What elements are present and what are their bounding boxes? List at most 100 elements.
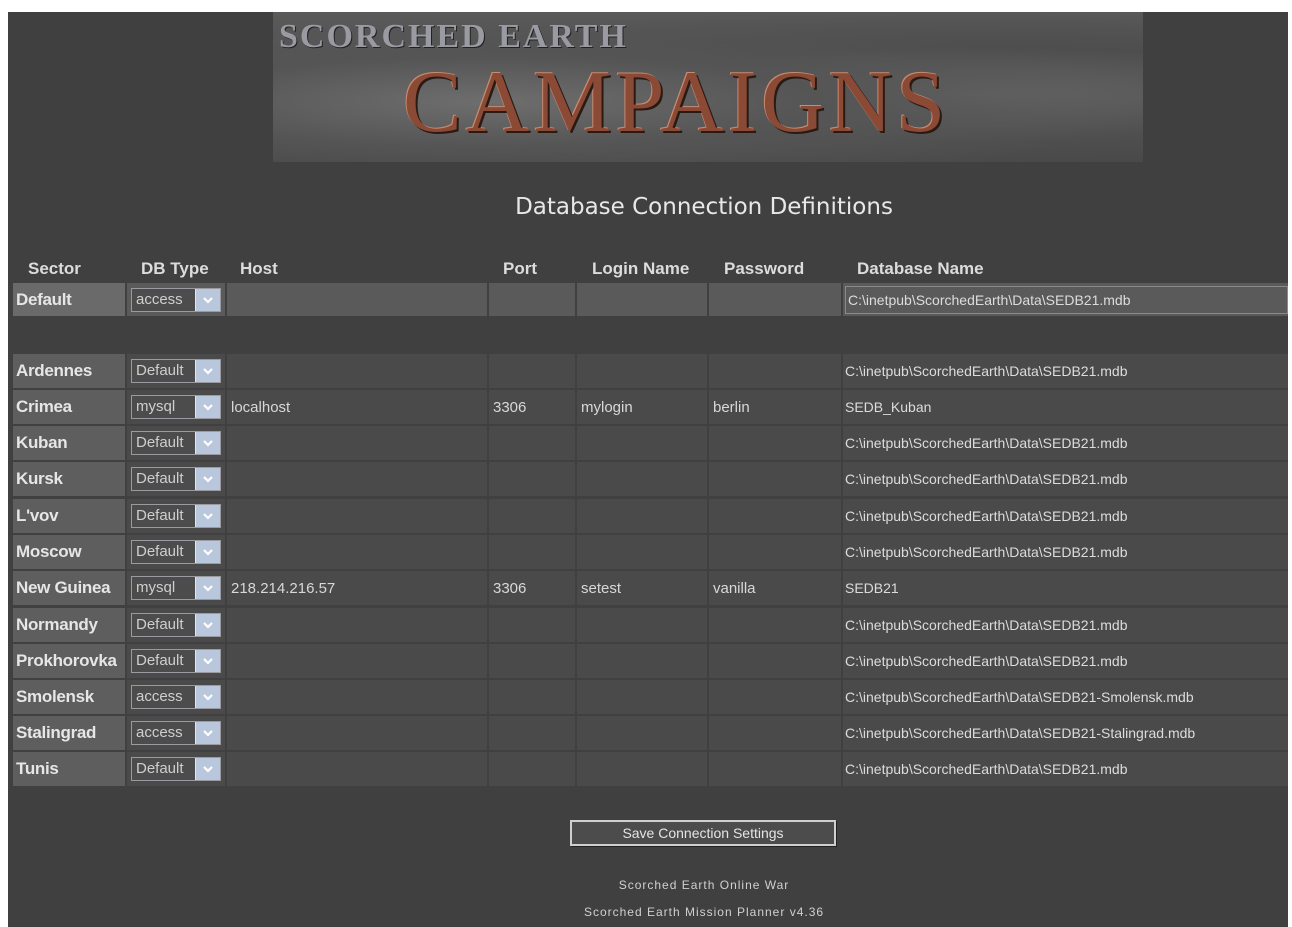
db-type-select[interactable]: access xyxy=(131,685,221,709)
password-field[interactable] xyxy=(709,283,841,316)
login-name-field[interactable] xyxy=(577,283,707,316)
database-name-input[interactable] xyxy=(845,357,1288,385)
password-field[interactable] xyxy=(709,644,841,678)
port-field[interactable] xyxy=(489,354,575,388)
host-field[interactable] xyxy=(227,426,487,460)
chevron-down-icon[interactable] xyxy=(195,686,220,708)
password-field[interactable] xyxy=(709,499,841,533)
port-field[interactable] xyxy=(489,680,575,714)
db-type-select[interactable]: Default xyxy=(131,359,221,383)
save-connection-settings-button[interactable]: Save Connection Settings xyxy=(570,820,836,846)
table-row: Kursk Default xyxy=(13,462,1288,496)
password-field[interactable] xyxy=(709,426,841,460)
login-name-field[interactable]: setest xyxy=(577,571,707,605)
host-field[interactable] xyxy=(227,644,487,678)
db-type-select[interactable]: access xyxy=(131,721,221,745)
port-field[interactable] xyxy=(489,535,575,569)
port-field[interactable] xyxy=(489,283,575,316)
db-type-select[interactable]: Default xyxy=(131,613,221,637)
db-type-select[interactable]: mysql xyxy=(131,576,221,600)
login-name-field[interactable]: mylogin xyxy=(577,390,707,424)
chevron-down-icon[interactable] xyxy=(195,650,220,672)
host-field[interactable]: localhost xyxy=(227,390,487,424)
host-field[interactable]: 218.214.216.57 xyxy=(227,571,487,605)
banner-top-text: SCORCHED EARTH xyxy=(279,18,628,55)
port-field[interactable] xyxy=(489,752,575,786)
password-field[interactable] xyxy=(709,716,841,750)
port-field[interactable]: 3306 xyxy=(489,390,575,424)
database-name-input[interactable] xyxy=(845,719,1288,747)
db-type-select[interactable]: Default xyxy=(131,757,221,781)
login-name-field[interactable] xyxy=(577,680,707,714)
database-name-cell xyxy=(843,535,1288,569)
chevron-down-icon[interactable] xyxy=(195,288,220,311)
login-name-field[interactable] xyxy=(577,535,707,569)
chevron-down-icon[interactable] xyxy=(195,360,220,382)
host-field[interactable] xyxy=(227,535,487,569)
database-name-input[interactable] xyxy=(845,393,1288,421)
port-field[interactable] xyxy=(489,426,575,460)
chevron-down-icon[interactable] xyxy=(195,614,220,636)
port-field[interactable] xyxy=(489,716,575,750)
login-name-field[interactable] xyxy=(577,426,707,460)
chevron-down-icon[interactable] xyxy=(195,396,220,418)
db-type-select[interactable]: Default xyxy=(131,431,221,455)
login-name-field[interactable] xyxy=(577,608,707,642)
password-field[interactable] xyxy=(709,535,841,569)
chevron-down-icon[interactable] xyxy=(195,758,220,780)
database-name-input[interactable] xyxy=(845,502,1288,530)
database-name-input[interactable] xyxy=(845,611,1288,639)
port-field[interactable] xyxy=(489,499,575,533)
database-name-input[interactable] xyxy=(845,538,1288,566)
password-field[interactable] xyxy=(709,680,841,714)
password-field[interactable]: berlin xyxy=(709,390,841,424)
database-name-input[interactable] xyxy=(845,647,1288,675)
port-field[interactable] xyxy=(489,462,575,496)
port-field[interactable] xyxy=(489,608,575,642)
column-header-port: Port xyxy=(503,259,537,278)
database-name-input[interactable] xyxy=(845,755,1288,783)
db-type-select[interactable]: Default xyxy=(131,504,221,528)
db-type-select[interactable]: Default xyxy=(131,467,221,491)
table-row: Kuban Default xyxy=(13,426,1288,460)
login-name-field[interactable] xyxy=(577,644,707,678)
database-name-input[interactable] xyxy=(845,574,1288,602)
login-name-field[interactable] xyxy=(577,716,707,750)
host-field[interactable] xyxy=(227,752,487,786)
db-type-value: Default xyxy=(136,362,184,379)
db-type-select[interactable]: access xyxy=(131,287,221,312)
login-name-field[interactable] xyxy=(577,354,707,388)
db-type-select[interactable]: Default xyxy=(131,540,221,564)
host-field[interactable] xyxy=(227,608,487,642)
password-field[interactable] xyxy=(709,752,841,786)
password-field[interactable]: vanilla xyxy=(709,571,841,605)
host-field[interactable] xyxy=(227,354,487,388)
db-type-cell: Default xyxy=(127,499,225,533)
login-name-field[interactable] xyxy=(577,499,707,533)
login-name-field[interactable] xyxy=(577,462,707,496)
chevron-down-icon[interactable] xyxy=(195,505,220,527)
table-row: Default access xyxy=(13,283,1288,316)
chevron-down-icon[interactable] xyxy=(195,541,220,563)
host-field[interactable] xyxy=(227,283,487,316)
chevron-down-icon[interactable] xyxy=(195,468,220,490)
database-name-input[interactable] xyxy=(845,465,1288,493)
password-field[interactable] xyxy=(709,354,841,388)
db-type-select[interactable]: mysql xyxy=(131,395,221,419)
password-field[interactable] xyxy=(709,462,841,496)
database-name-input[interactable] xyxy=(845,285,1288,314)
password-field[interactable] xyxy=(709,608,841,642)
database-name-input[interactable] xyxy=(845,683,1288,711)
host-field[interactable] xyxy=(227,499,487,533)
host-field[interactable] xyxy=(227,716,487,750)
port-field[interactable]: 3306 xyxy=(489,571,575,605)
login-name-field[interactable] xyxy=(577,752,707,786)
chevron-down-icon[interactable] xyxy=(195,577,220,599)
chevron-down-icon[interactable] xyxy=(195,432,220,454)
chevron-down-icon[interactable] xyxy=(195,722,220,744)
db-type-select[interactable]: Default xyxy=(131,649,221,673)
database-name-input[interactable] xyxy=(845,429,1288,457)
port-field[interactable] xyxy=(489,644,575,678)
host-field[interactable] xyxy=(227,462,487,496)
host-field[interactable] xyxy=(227,680,487,714)
